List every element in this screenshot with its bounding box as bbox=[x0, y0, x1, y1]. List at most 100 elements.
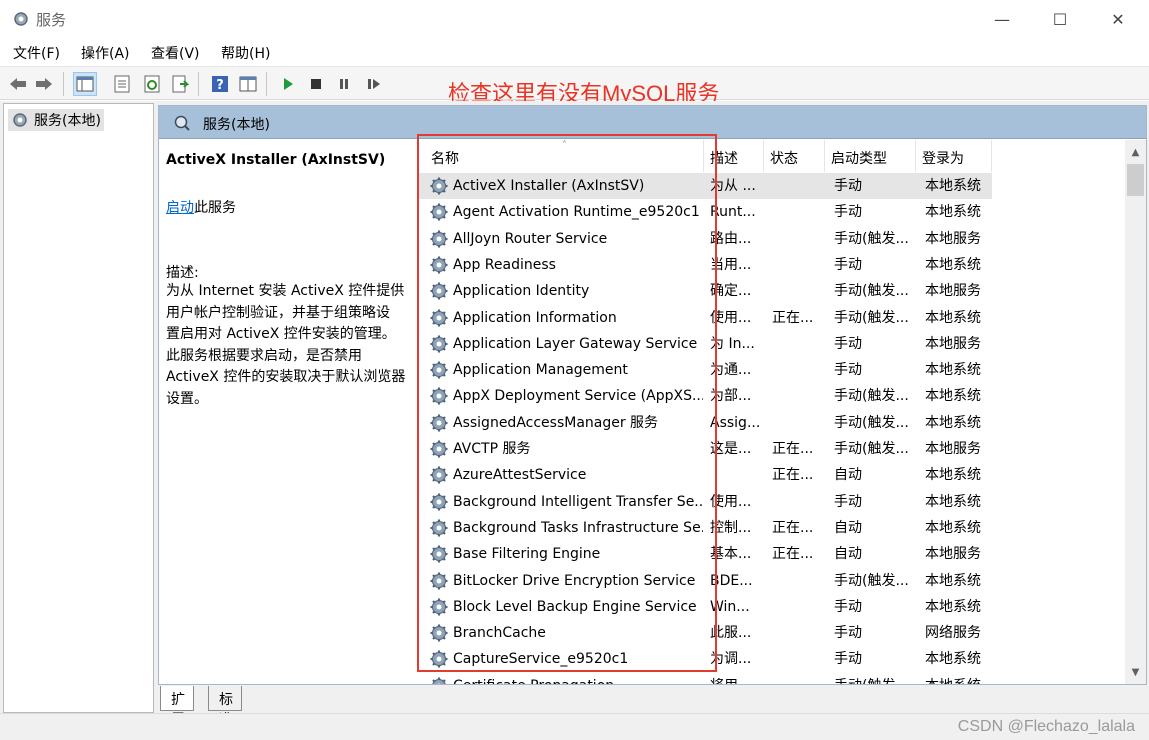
table-row[interactable]: App Readiness 当用... 手动 本地系统 bbox=[417, 252, 992, 278]
service-name: Application Information bbox=[453, 309, 617, 326]
view-icon bbox=[239, 76, 257, 92]
service-gear-icon bbox=[429, 436, 451, 462]
toolbar-separator bbox=[63, 72, 64, 96]
close-button[interactable]: ✕ bbox=[1089, 0, 1147, 38]
service-description: 使用... bbox=[710, 309, 752, 326]
console-tree: 服务(本地) bbox=[3, 103, 154, 713]
service-log-on-as: 本地系统 bbox=[925, 204, 981, 221]
status-bar: CSDN @Flechazo_lalala bbox=[0, 713, 1149, 740]
table-row[interactable]: ActiveX Installer (AxInstSV) 为从 ... 手动 本地系统 bbox=[417, 173, 992, 199]
table-row[interactable]: CaptureService_e9520c1 为调... 手动 本地系统 bbox=[417, 646, 992, 672]
service-startup-type: 手动 bbox=[834, 625, 862, 642]
service-description: 为从 ... bbox=[710, 178, 756, 194]
services-gear-icon bbox=[13, 113, 27, 127]
description-label: 描述: bbox=[166, 265, 199, 281]
table-row[interactable]: Application Layer Gateway Service 为 In...… bbox=[417, 331, 992, 357]
service-status: 正在... bbox=[772, 309, 814, 326]
service-gear-icon bbox=[429, 331, 451, 357]
table-row[interactable]: Application Management 为通... 手动 本地系统 bbox=[417, 357, 992, 383]
panel-title: 服务(本地) bbox=[203, 117, 270, 133]
service-name: AppX Deployment Service (AppXS... bbox=[453, 388, 703, 405]
service-description: BDE... bbox=[710, 572, 753, 589]
properties-button[interactable] bbox=[110, 72, 134, 96]
service-log-on-as: 本地系统 bbox=[925, 256, 981, 273]
scroll-thumb[interactable] bbox=[1127, 164, 1144, 196]
start-service-button[interactable] bbox=[276, 72, 300, 96]
vertical-scrollbar[interactable]: ▲ ▼ bbox=[1125, 140, 1146, 684]
menu-help[interactable]: 帮助(H) bbox=[221, 43, 270, 63]
service-name: Application Identity bbox=[453, 283, 590, 300]
table-row[interactable]: Application Information 使用... 正在... 手动(触发..… bbox=[417, 305, 992, 331]
table-row[interactable]: Agent Activation Runtime_e9520c1 Runt... 手… bbox=[417, 199, 992, 225]
minimize-button[interactable]: — bbox=[973, 0, 1031, 38]
service-status bbox=[772, 199, 828, 225]
table-row[interactable]: AppX Deployment Service (AppXS... 为部... 手动… bbox=[417, 383, 992, 409]
service-description: 为调... bbox=[710, 651, 752, 668]
service-startup-type: 自动 bbox=[834, 467, 862, 484]
services-list: ˄ 名称 描述 状态 启动类型 登录为 ActiveX Installer (A… bbox=[417, 140, 1125, 684]
column-header-status[interactable]: 状态 bbox=[764, 140, 825, 172]
service-status: 正在... bbox=[772, 467, 814, 484]
column-header-description[interactable]: 描述 bbox=[704, 140, 764, 172]
tab-extended[interactable]: 扩展 bbox=[160, 686, 194, 728]
table-row[interactable]: Block Level Backup Engine Service Win... 手… bbox=[417, 594, 992, 620]
services-gear-icon bbox=[14, 12, 28, 26]
service-log-on-as: 本地系统 bbox=[925, 572, 981, 589]
table-row[interactable]: BranchCache 此服... 手动 网络服务 bbox=[417, 620, 992, 646]
service-startup-type: 自动 bbox=[834, 519, 862, 536]
table-row[interactable]: AzureAttestService 正在... 自动 本地系统 bbox=[417, 462, 992, 488]
close-icon: ✕ bbox=[1111, 9, 1125, 29]
service-gear-icon bbox=[429, 673, 451, 684]
table-row[interactable]: AVCTP 服务 这是... 正在... 手动(触发... 本地服务 bbox=[417, 436, 992, 462]
service-gear-icon bbox=[429, 173, 451, 199]
service-name: Base Filtering Engine bbox=[453, 546, 601, 563]
view-button[interactable] bbox=[236, 72, 260, 96]
service-status bbox=[772, 278, 828, 304]
menu-view[interactable]: 查看(V) bbox=[151, 43, 200, 63]
panel-header: 服务(本地) bbox=[159, 106, 1146, 139]
scroll-down-icon[interactable]: ▼ bbox=[1125, 660, 1146, 684]
table-row[interactable]: AllJoyn Router Service 路由... 手动(触发... 本地服务 bbox=[417, 226, 992, 252]
table-row[interactable]: Background Intelligent Transfer Se... 使用.… bbox=[417, 489, 992, 515]
restart-service-button[interactable] bbox=[362, 72, 386, 96]
service-name: Background Intelligent Transfer Se... bbox=[453, 493, 703, 510]
table-row[interactable]: Certificate Propagation 将用... 手动(触发... 本地系统 bbox=[417, 673, 992, 684]
service-name: Certificate Propagation bbox=[453, 673, 703, 684]
back-button[interactable] bbox=[6, 72, 30, 96]
service-gear-icon bbox=[429, 646, 451, 672]
forward-icon bbox=[36, 78, 52, 90]
export-list-button[interactable] bbox=[168, 72, 192, 96]
scroll-up-icon[interactable]: ▲ bbox=[1125, 140, 1146, 164]
service-description: 为 In... bbox=[710, 335, 755, 352]
refresh-button[interactable] bbox=[140, 72, 164, 96]
maximize-button[interactable]: ☐ bbox=[1031, 0, 1089, 38]
service-status bbox=[772, 489, 828, 515]
table-row[interactable]: Application Identity 确定... 手动(触发... 本地服务 bbox=[417, 278, 992, 304]
start-service-suffix: 此服务 bbox=[194, 200, 236, 216]
table-row[interactable]: BitLocker Drive Encryption Service BDE...… bbox=[417, 568, 992, 594]
service-startup-type: 手动 bbox=[834, 598, 862, 615]
start-service-link[interactable]: 启动 bbox=[166, 200, 194, 216]
forward-button[interactable] bbox=[32, 72, 56, 96]
description-pane: ActiveX Installer (AxInstSV) 启动此服务 描述: 为… bbox=[159, 140, 417, 684]
tree-item-services-local[interactable]: 服务(本地) bbox=[8, 109, 104, 131]
table-row[interactable]: Base Filtering Engine 基本... 正在... 自动 本地服务 bbox=[417, 541, 992, 567]
service-description: 为通... bbox=[710, 362, 752, 379]
column-header-startup-type[interactable]: 启动类型 bbox=[825, 140, 916, 172]
service-name: Application Layer Gateway Service bbox=[453, 335, 698, 352]
show-hide-tree-button[interactable] bbox=[73, 72, 97, 96]
column-header-log-on-as[interactable]: 登录为 bbox=[916, 140, 992, 172]
table-row[interactable]: Background Tasks Infrastructure Se... 控制.… bbox=[417, 515, 992, 541]
tab-standard[interactable]: 标准 bbox=[208, 686, 242, 728]
service-log-on-as: 本地系统 bbox=[925, 467, 981, 484]
service-log-on-as: 本地系统 bbox=[925, 388, 981, 405]
pause-service-button[interactable] bbox=[332, 72, 356, 96]
menu-file[interactable]: 文件(F) bbox=[13, 43, 60, 63]
column-header-name[interactable]: 名称 bbox=[425, 140, 704, 172]
help-button[interactable]: ? bbox=[208, 72, 232, 96]
stop-service-button[interactable] bbox=[304, 72, 328, 96]
service-log-on-as: 本地服务 bbox=[925, 230, 981, 247]
menu-action[interactable]: 操作(A) bbox=[81, 43, 130, 63]
table-row[interactable]: AssignedAccessManager 服务 Assig... 手动(触发...… bbox=[417, 410, 992, 436]
service-startup-type: 手动(触发... bbox=[834, 673, 916, 684]
